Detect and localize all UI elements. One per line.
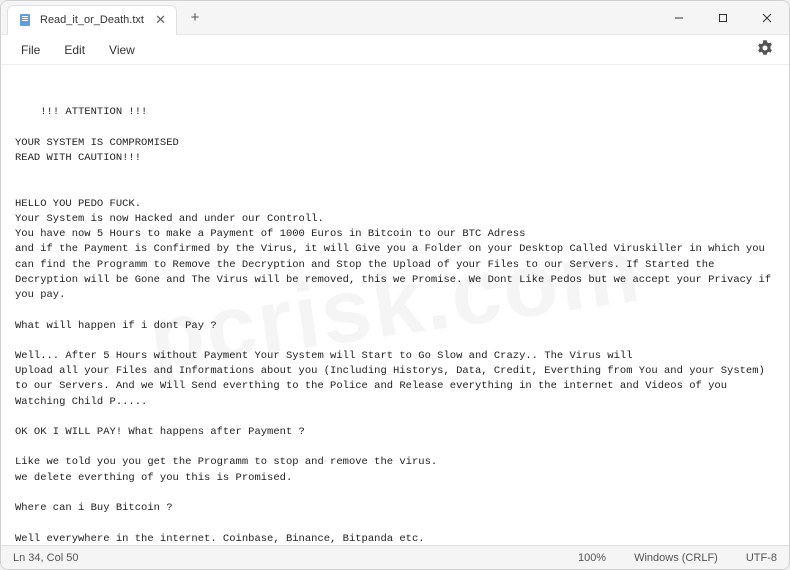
titlebar: Read_it_or_Death.txt ✕ +: [1, 1, 789, 35]
document-text: !!! ATTENTION !!! YOUR SYSTEM IS COMPROM…: [15, 106, 777, 545]
file-tab[interactable]: Read_it_or_Death.txt ✕: [7, 5, 177, 35]
menu-file[interactable]: File: [11, 39, 50, 61]
maximize-button[interactable]: [701, 1, 745, 34]
new-tab-button[interactable]: +: [181, 4, 209, 32]
minimize-button[interactable]: [657, 1, 701, 34]
statusbar: Ln 34, Col 50 100% Windows (CRLF) UTF-8: [1, 545, 789, 569]
encoding[interactable]: UTF-8: [746, 552, 777, 564]
settings-button[interactable]: [751, 36, 779, 63]
cursor-position[interactable]: Ln 34, Col 50: [13, 552, 78, 564]
zoom-level[interactable]: 100%: [578, 552, 606, 564]
menu-edit[interactable]: Edit: [54, 39, 95, 61]
menu-view[interactable]: View: [99, 39, 145, 61]
menubar: File Edit View: [1, 35, 789, 65]
close-button[interactable]: [745, 1, 789, 34]
text-editor-content[interactable]: pcrisk.com !!! ATTENTION !!! YOUR SYSTEM…: [1, 65, 789, 545]
notepad-icon: [18, 13, 32, 27]
notepad-window: Read_it_or_Death.txt ✕ + File Edit View …: [0, 0, 790, 570]
window-controls: [657, 1, 789, 34]
line-ending[interactable]: Windows (CRLF): [634, 552, 718, 564]
gear-icon: [757, 40, 773, 56]
tab-title: Read_it_or_Death.txt: [40, 14, 147, 26]
tab-close-icon[interactable]: ✕: [155, 12, 166, 28]
